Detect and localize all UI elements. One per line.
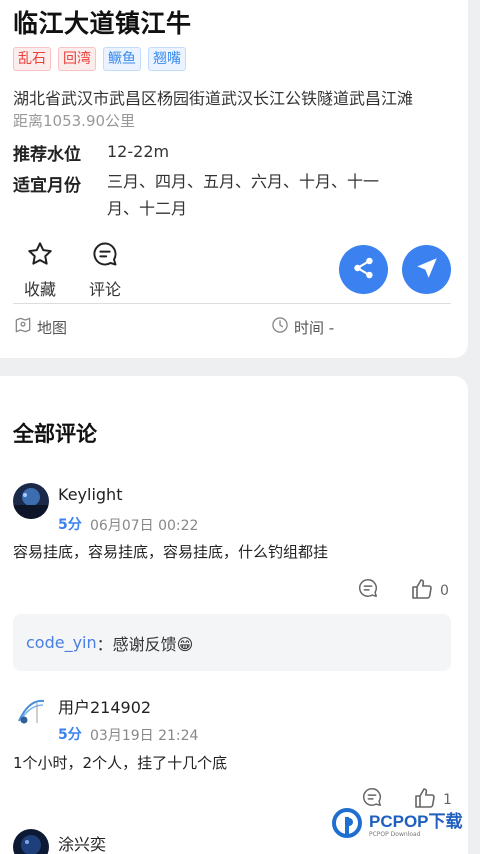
comment-username[interactable]: 用户214902 — [58, 694, 151, 718]
watermark-brand: PCPOP下载 — [369, 811, 463, 831]
avatar[interactable] — [13, 483, 49, 519]
avatar[interactable] — [13, 693, 49, 729]
reply-button[interactable] — [357, 577, 379, 603]
pcpop-logo-icon — [332, 808, 366, 842]
like-count: 0 — [440, 583, 449, 599]
thumbs-up-icon — [410, 577, 434, 605]
comment-text: 容易挂底，容易挂底，容易挂底，什么钓组都挂 — [13, 543, 329, 561]
comment-date: 03月19日 21:24 — [90, 728, 199, 744]
depth-value: 12-22m — [107, 142, 170, 161]
tag-item: 翘嘴 — [148, 47, 186, 71]
tag-list: 乱石 回湾 鳜鱼 翘嘴 — [13, 47, 186, 71]
comment-username[interactable]: 涂兴奕 — [58, 831, 106, 854]
divider — [13, 303, 451, 304]
clock-icon — [270, 315, 290, 339]
reply-separator: ： — [96, 634, 113, 654]
navigate-button[interactable] — [402, 245, 451, 294]
reply-username[interactable]: code_yin — [26, 633, 97, 652]
comment-icon — [357, 577, 379, 603]
comment-username[interactable]: Keylight — [58, 485, 122, 504]
like-count: 1 — [443, 792, 452, 808]
watermark-sub: PCPOP Download — [369, 830, 421, 838]
comment-score: 5分 — [58, 517, 82, 533]
star-icon — [26, 240, 54, 272]
spot-address: 湖北省武汉市武昌区杨园街道武汉长江公铁隧道武昌江滩 — [13, 89, 414, 108]
spot-distance: 距离1053.90公里 — [13, 112, 136, 130]
months-label: 适宜月份 — [13, 176, 81, 196]
map-link[interactable]: 地图 — [13, 315, 67, 339]
spot-title: 临江大道镇江牛 — [13, 9, 192, 38]
map-icon — [13, 315, 33, 339]
comment-button[interactable]: 评论 — [89, 240, 121, 300]
favorite-button[interactable]: 收藏 — [24, 240, 56, 300]
months-value: 三月、四月、五月、六月、十月、十一 月、十二月 — [107, 168, 427, 222]
reply-bubble: code_yin ： 感谢反馈😁 — [13, 614, 451, 671]
like-button[interactable]: 0 — [410, 577, 449, 605]
navigation-arrow-icon — [414, 255, 440, 285]
comments-title: 全部评论 — [13, 422, 97, 446]
share-icon — [351, 255, 377, 285]
favorite-label: 收藏 — [24, 280, 57, 299]
time-label: 时间 - — [294, 318, 335, 337]
comment-label: 评论 — [89, 280, 122, 299]
tag-item: 乱石 — [13, 47, 51, 71]
reply-text: 感谢反馈😁 — [112, 634, 194, 654]
comment-text: 1个小时，2个人，挂了十几个底 — [13, 754, 228, 772]
time-info: 时间 - — [270, 315, 334, 339]
comment-score: 5分 — [58, 727, 82, 743]
depth-label: 推荐水位 — [13, 145, 81, 165]
tag-item: 回湾 — [58, 47, 96, 71]
watermark: PCPOP下载 PCPOP Download — [332, 808, 463, 842]
share-button[interactable] — [339, 245, 388, 294]
comment-date: 06月07日 00:22 — [90, 518, 199, 534]
months-line-2: 月、十二月 — [107, 199, 188, 218]
months-line-1: 三月、四月、五月、六月、十月、十一 — [107, 172, 380, 191]
tag-item: 鳜鱼 — [103, 47, 141, 71]
map-label: 地图 — [37, 318, 68, 337]
watermark-text: PCPOP下载 PCPOP Download — [369, 812, 463, 839]
comment-icon — [91, 240, 119, 272]
